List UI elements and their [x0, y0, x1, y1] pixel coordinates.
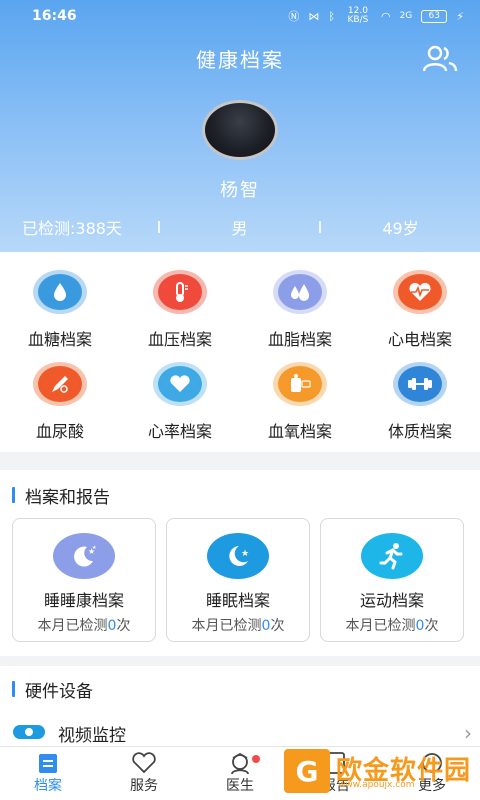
report-card-sleep[interactable]: ★ 睡眠档案 本月已检测0次	[166, 518, 310, 642]
archive-label: 血氧档案	[267, 422, 332, 441]
notification-badge	[252, 755, 260, 763]
report-name: 运动档案	[359, 591, 424, 610]
archive-grid-card: 血糖档案 血压档案 血脂档案 心电档案 血尿酸 心率档案 血氧档案 体质档案	[0, 252, 480, 452]
section-title-hardware: 硬件设备	[12, 678, 93, 702]
blood-drop-icon	[54, 283, 66, 301]
spo2-icon	[291, 374, 311, 392]
archive-label: 血尿酸	[35, 422, 84, 441]
moon-stars-icon: ★★	[74, 545, 97, 567]
archive-physique[interactable]: 体质档案	[360, 362, 480, 454]
archive-label: 心率档案	[147, 422, 212, 441]
tab-archive[interactable]: 档案	[0, 747, 96, 800]
report-cards: ★ ★ 睡睡康档案 本月已检测0次 ★ 睡眠档案 本月已检测0次 运动档案 本月已…	[12, 518, 464, 642]
nfc-icon: Ⓝ	[288, 10, 300, 23]
archive-label: 血糖档案	[27, 330, 92, 349]
vibrate-icon: ⋈	[308, 9, 320, 23]
report-count-suffix: 次	[116, 618, 131, 634]
avatar[interactable]	[202, 100, 278, 160]
report-count-suffix: 次	[424, 618, 439, 634]
users-icon[interactable]	[422, 44, 458, 74]
detected-days: 已检测:388天	[22, 219, 122, 238]
report-count-line: 本月已检测0次	[192, 615, 285, 635]
user-name: 杨智	[220, 180, 260, 201]
tab-label: 档案	[34, 778, 62, 794]
charging-icon: ⚡	[456, 9, 464, 23]
hardware-section: 硬件设备 视频监控 ›	[0, 666, 480, 746]
archive-heart-rate[interactable]: 心率档案	[120, 362, 240, 454]
nurse-icon	[231, 752, 249, 775]
report-name: 睡睡康档案	[43, 591, 124, 610]
dumbbell-icon	[408, 378, 432, 390]
archive-blood-pressure[interactable]: 血压档案	[120, 270, 240, 362]
report-card-sleep-health[interactable]: ★ ★ 睡睡康档案 本月已检测0次	[12, 518, 156, 642]
camera-icon	[13, 725, 45, 739]
report-count-prefix: 本月已检测	[345, 618, 416, 634]
wifi-icon: ◠	[380, 9, 391, 23]
section-title-text: 档案和报告	[25, 487, 110, 508]
profile-header: 16:46 Ⓝ ⋈ ᛒ 12.0 KB/S ◠ 2G 63 ⚡ 健康档案 杨智 …	[0, 0, 480, 252]
thermometer-icon	[176, 282, 188, 302]
archive-label: 血脂档案	[267, 330, 332, 349]
archive-ecg[interactable]: 心电档案	[360, 270, 480, 362]
tab-label: 服务	[130, 778, 158, 794]
status-bar: 16:46 Ⓝ ⋈ ᛒ 12.0 KB/S ◠ 2G 63 ⚡	[0, 0, 480, 32]
drops-icon	[291, 284, 309, 301]
section-title-text: 硬件设备	[25, 681, 93, 702]
archive-label: 体质档案	[387, 422, 452, 441]
watermark-logo: G 欧金软件园 www.apoujx.com	[284, 748, 474, 794]
bluetooth-icon: ᛒ	[328, 9, 335, 23]
ecg-heart-icon	[409, 282, 431, 301]
archive-blood-sugar[interactable]: 血糖档案	[0, 270, 120, 362]
age: 49岁	[382, 219, 419, 238]
pipette-icon	[52, 376, 68, 393]
report-name: 睡眠档案	[205, 591, 270, 610]
report-count-line: 本月已检测0次	[38, 615, 131, 635]
gender: 男	[231, 219, 248, 238]
report-count-line: 本月已检测0次	[346, 615, 439, 635]
video-monitor-item[interactable]: 视频监控 ›	[12, 720, 472, 746]
svg-text:★: ★	[241, 549, 249, 559]
watermark-icon: G	[284, 749, 330, 793]
chevron-right-icon: ›	[464, 721, 472, 745]
heart-icon	[170, 375, 190, 392]
net-speed: 12.0 KB/S	[347, 6, 369, 25]
tab-service[interactable]: 服务	[96, 747, 192, 800]
reports-section: 档案和报告 ★ ★ 睡睡康档案 本月已检测0次 ★ 睡眠档案 本月已检测0次 运动…	[0, 470, 480, 656]
profile-info-row: 已检测:388天 男 49岁	[0, 214, 480, 240]
section-title-reports: 档案和报告	[12, 484, 110, 508]
status-time: 16:46	[32, 8, 77, 24]
section-accent-bar	[12, 487, 15, 503]
tab-doctor[interactable]: 医生	[192, 747, 288, 800]
moon-star-icon: ★	[229, 546, 249, 566]
svg-text:★: ★	[92, 545, 97, 551]
signal-label: 2G	[399, 11, 413, 21]
archive-label: 血压档案	[147, 330, 212, 349]
heart-outline-icon	[132, 752, 156, 774]
tab-label: 医生	[226, 778, 254, 794]
report-card-exercise[interactable]: 运动档案 本月已检测0次	[320, 518, 464, 642]
report-count-prefix: 本月已检测	[191, 618, 262, 634]
report-count-suffix: 次	[270, 618, 285, 634]
archive-blood-oxygen[interactable]: 血氧档案	[240, 362, 360, 454]
watermark-url: www.apoujx.com	[338, 780, 415, 790]
runner-icon	[379, 543, 403, 570]
video-monitor-label: 视频监控	[58, 725, 126, 746]
archive-label: 心电档案	[387, 330, 452, 349]
battery-icon: 63	[421, 9, 448, 23]
archive-uric-acid[interactable]: 血尿酸	[0, 362, 120, 454]
page-title: 健康档案	[196, 48, 284, 72]
section-accent-bar	[12, 681, 15, 697]
archive-blood-lipid[interactable]: 血脂档案	[240, 270, 360, 362]
archive-grid: 血糖档案 血压档案 血脂档案 心电档案 血尿酸 心率档案 血氧档案 体质档案	[0, 252, 480, 454]
report-count-prefix: 本月已检测	[37, 618, 108, 634]
status-icons: Ⓝ ⋈ ᛒ 12.0 KB/S ◠ 2G 63 ⚡	[288, 7, 464, 25]
archive-icon	[39, 754, 57, 773]
